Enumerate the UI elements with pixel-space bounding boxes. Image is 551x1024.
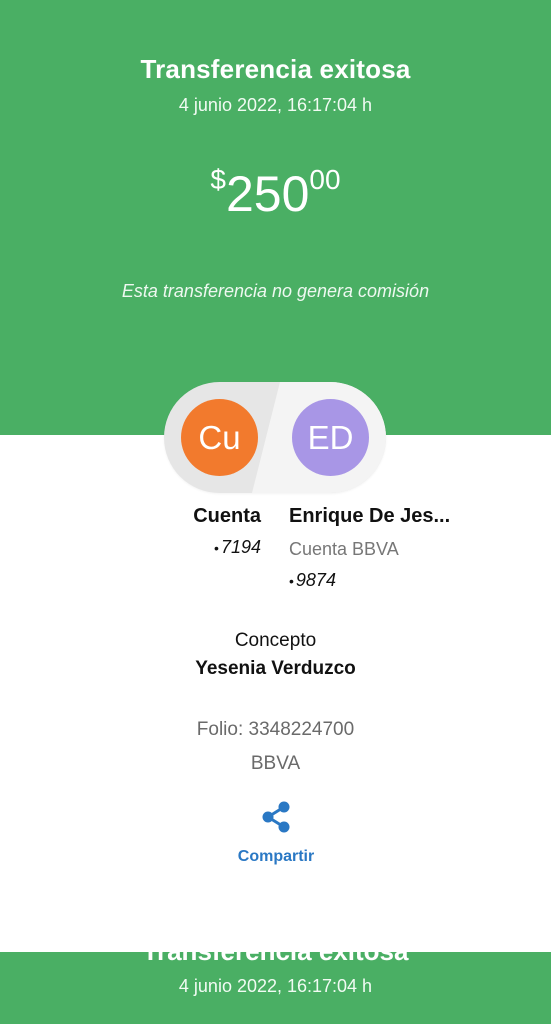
commission-note: Esta transferencia no genera comisión bbox=[121, 281, 430, 301]
share-icon bbox=[262, 801, 290, 833]
transfer-date: 4 junio 2022, 16:17:04 h bbox=[178, 95, 373, 115]
to-account-number: • 9874 bbox=[289, 570, 336, 591]
share-label: Compartir bbox=[237, 848, 315, 865]
to-account-bank: Cuenta BBVA bbox=[289, 539, 399, 559]
next-receipt-header: Transferencia exitosa 4 junio 2022, 16:1… bbox=[0, 952, 551, 1024]
bullet-icon: • bbox=[289, 573, 294, 589]
next-receipt-date: 4 junio 2022, 16:17:04 h bbox=[178, 976, 373, 996]
next-receipt-title: Transferencia exitosa bbox=[0, 952, 551, 967]
from-avatar: Cu bbox=[181, 399, 258, 476]
to-avatar: ED bbox=[292, 399, 369, 476]
accounts-pill: Cu ED bbox=[164, 382, 386, 493]
page-title: Transferencia exitosa bbox=[140, 54, 411, 84]
to-account-digits: 9874 bbox=[295, 570, 336, 590]
from-account-digits: 7194 bbox=[220, 537, 261, 557]
success-header: Transferencia exitosa 4 junio 2022, 16:1… bbox=[0, 0, 551, 435]
bank-name: BBVA bbox=[250, 753, 301, 774]
bullet-icon: • bbox=[214, 540, 219, 556]
share-button[interactable]: Compartir bbox=[206, 798, 346, 870]
concept-value: Yesenia Verduzco bbox=[195, 658, 356, 679]
from-account-name: Cuenta bbox=[193, 505, 261, 527]
folio-number: Folio: 3348224700 bbox=[196, 719, 355, 740]
concept-label: Concepto bbox=[234, 630, 317, 651]
amount-decimals: 00 bbox=[309, 164, 341, 195]
from-account-number: • 7194 bbox=[160, 537, 261, 558]
currency-symbol: $ bbox=[210, 164, 226, 195]
to-account-name: Enrique De Jes... bbox=[289, 505, 451, 527]
amount-integer: 250 bbox=[225, 166, 310, 222]
transfer-amount: $25000 bbox=[0, 164, 551, 223]
